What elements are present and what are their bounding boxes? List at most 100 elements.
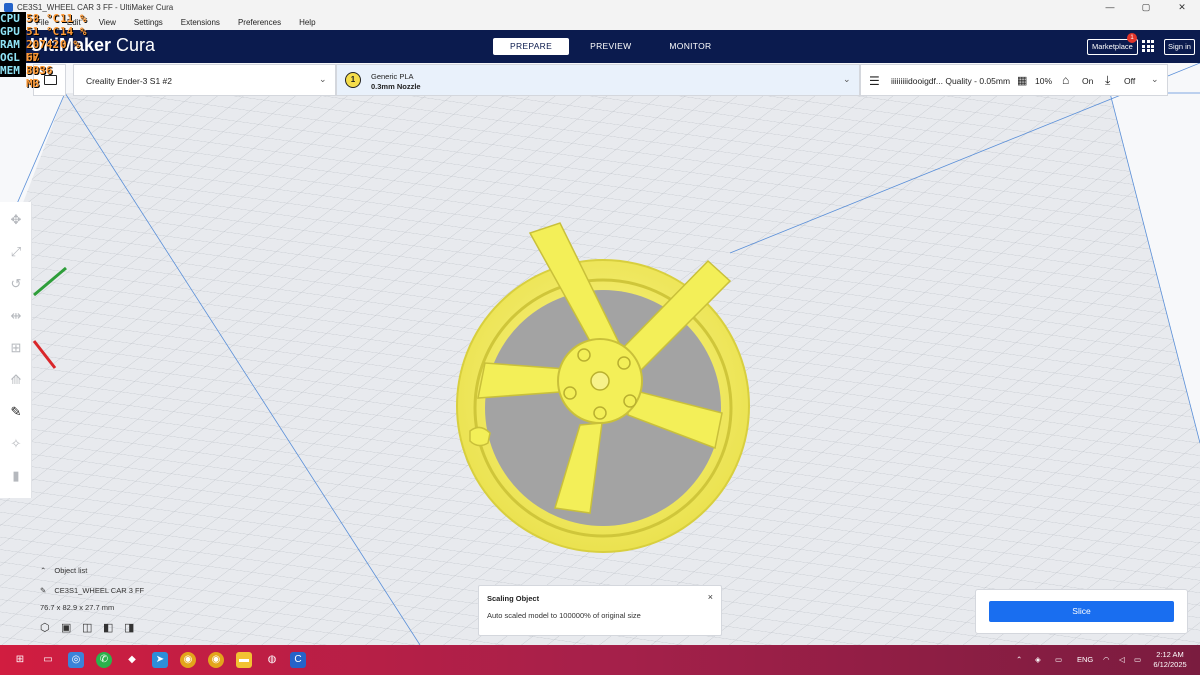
notification-title: Scaling Object	[487, 594, 540, 603]
chevron-down-icon: ⌄	[319, 74, 327, 84]
overlay-value: 11 %	[60, 12, 87, 25]
nozzle-size: 0.3mm Nozzle	[371, 82, 421, 91]
print-settings-selector[interactable]: ☰ iiiiiiiiidooigdf... Quality - 0.05mm ▦…	[860, 64, 1168, 96]
logo-sub: Cura	[116, 35, 156, 55]
overlay-label: CPU	[0, 12, 26, 25]
overlay-value: 3036 MB	[26, 64, 53, 90]
app-icon[interactable]: ◆	[124, 652, 140, 668]
app-header: UltiMaker Cura PREPARE PREVIEW MONITOR M…	[0, 30, 1200, 63]
task-view-icon[interactable]: ▭	[40, 652, 56, 668]
whatsapp-icon[interactable]: ✆	[96, 652, 112, 668]
left-view-icon[interactable]: ◧	[103, 622, 116, 635]
slice-button[interactable]: Slice	[989, 601, 1174, 622]
infill-icon: ▦	[1017, 75, 1028, 87]
overlay-value: 51 °C	[26, 25, 60, 38]
tray-app-icon[interactable]: ◈	[1035, 645, 1041, 675]
object-name: CE3S1_WHEEL CAR 3 FF	[54, 586, 145, 595]
clock-time: 2:12 AM	[1156, 650, 1184, 659]
chrome-profile-icon[interactable]: ◉	[208, 652, 224, 668]
rotate-tool-icon[interactable]: ↺	[8, 276, 24, 292]
windows-taskbar: ⊞ ▭ ◎ ✆ ◆ ➤ ◉ ◉ ▬ ◍ C ⌃ ◈ ▭ ENG ◠ ◁ ▭ 2:…	[0, 645, 1200, 675]
messenger-icon[interactable]: ➤	[152, 652, 168, 668]
scale-tool-icon[interactable]: ⤢	[8, 244, 24, 260]
per-model-settings-icon[interactable]: ⊞	[8, 340, 24, 356]
close-icon[interactable]: ×	[708, 592, 713, 602]
top-view-icon[interactable]: ◫	[82, 622, 95, 635]
cura-taskbar-icon[interactable]: C	[290, 652, 306, 668]
chrome-icon[interactable]: ◉	[180, 652, 196, 668]
notification-message: Auto scaled model to 100000% of original…	[487, 611, 641, 620]
move-tool-icon[interactable]: ✥	[8, 212, 24, 228]
measure-tool-icon[interactable]: ✎	[8, 404, 24, 420]
tab-prepare[interactable]: PREPARE	[493, 38, 570, 55]
slice-panel: Slice	[975, 589, 1188, 634]
volume-icon[interactable]: ◁	[1119, 645, 1125, 675]
wifi-icon[interactable]: ◠	[1103, 645, 1110, 675]
overlay-value: 14 %	[60, 25, 87, 38]
object-list-title: Object list	[54, 566, 88, 575]
support-value: On	[1082, 76, 1094, 86]
mirror-tool-icon[interactable]: ⇹	[8, 308, 24, 324]
tray-display-icon[interactable]: ▭	[1055, 645, 1062, 675]
profile-name: iiiiiiiiidooigdf... Quality - 0.05mm	[891, 76, 1011, 86]
sign-in-button[interactable]: Sign in	[1164, 39, 1195, 55]
tab-preview[interactable]: PREVIEW	[573, 38, 648, 55]
window-title-bar: CE3S1_WHEEL CAR 3 FF - UltiMaker Cura — …	[0, 0, 1200, 14]
menu-settings[interactable]: Settings	[125, 18, 172, 27]
apps-grid-icon[interactable]	[1142, 40, 1154, 52]
tab-monitor[interactable]: MONITOR	[652, 38, 728, 55]
3d-view-icon[interactable]: ⬡	[40, 622, 53, 635]
overlay-value: 0 %	[60, 38, 80, 51]
material-selector[interactable]: 1 Generic PLA 0.3mm Nozzle ⌄	[336, 64, 860, 96]
marketplace-notification-badge: 1	[1127, 33, 1137, 43]
language-indicator[interactable]: ENG	[1077, 645, 1093, 675]
stage-tabs: PREPARE PREVIEW MONITOR	[493, 38, 733, 55]
sliders-icon: ☰	[869, 74, 880, 88]
performance-overlay: CPU 58 °C 11 % GPU 51 °C 14 % RAM 20742 …	[0, 12, 88, 90]
front-view-icon[interactable]: ▣	[61, 622, 74, 635]
overlay-row-gpu: GPU 51 °C 14 %	[0, 25, 88, 38]
camera-view-buttons: ⬡ ▣ ◫ ◧ ◨	[40, 622, 145, 635]
pencil-icon: ✎	[40, 586, 47, 595]
chevron-down-icon: ⌄	[843, 74, 851, 84]
overlay-label: MEM	[0, 64, 26, 77]
trash-icon[interactable]: ▮	[8, 468, 24, 484]
object-list-toggle[interactable]: ⌃ Object list	[40, 566, 160, 575]
system-clock[interactable]: 2:12 AM 6/12/2025	[1150, 650, 1190, 670]
chevron-up-icon[interactable]: ⌃	[1016, 645, 1022, 675]
overlay-value: 67 FPS	[26, 51, 46, 77]
window-controls: — ▢ ✕	[1092, 0, 1200, 14]
overlay-label: RAM	[0, 38, 26, 51]
printer-name: Creality Ender-3 S1 #2	[86, 76, 172, 86]
overlay-row-mem: MEM 3036 MB	[0, 64, 88, 90]
printer-selector[interactable]: Creality Ender-3 S1 #2 ⌄	[73, 64, 336, 96]
menu-help[interactable]: Help	[290, 18, 324, 27]
support-icon: ⌂	[1062, 73, 1070, 87]
file-explorer-icon[interactable]: ▬	[236, 652, 252, 668]
maximize-button[interactable]: ▢	[1128, 0, 1164, 14]
window-title: CE3S1_WHEEL CAR 3 FF - UltiMaker Cura	[17, 2, 174, 12]
menu-view[interactable]: View	[90, 18, 125, 27]
overlay-row-cpu: CPU 58 °C 11 %	[0, 12, 88, 25]
support-blocker-icon[interactable]: ⟰	[8, 372, 24, 388]
scaling-notification: Scaling Object Auto scaled model to 1000…	[478, 585, 722, 636]
3d-viewport[interactable]	[0, 63, 1200, 645]
menu-preferences[interactable]: Preferences	[229, 18, 290, 27]
blender-icon[interactable]: ◍	[264, 652, 280, 668]
chevron-up-icon: ⌃	[40, 566, 47, 575]
right-view-icon[interactable]: ◨	[124, 622, 137, 635]
menu-extensions[interactable]: Extensions	[172, 18, 229, 27]
overlay-label: GPU	[0, 25, 26, 38]
object-name-row[interactable]: ✎ CE3S1_WHEEL CAR 3 FF	[40, 586, 200, 595]
clock-date: 6/12/2025	[1153, 660, 1187, 669]
battery-icon[interactable]: ▭	[1134, 645, 1141, 675]
paint-tool-icon[interactable]: ✧	[8, 436, 24, 452]
browser-icon[interactable]: ◎	[68, 652, 84, 668]
overlay-label: OGL	[0, 51, 26, 64]
minimize-button[interactable]: —	[1092, 0, 1128, 14]
overlay-row-ram: RAM 20742 MB 0 %	[0, 38, 88, 64]
object-dimensions: 76.7 x 82.9 x 27.7 mm	[40, 603, 115, 612]
close-window-button[interactable]: ✕	[1164, 0, 1200, 14]
start-windows-icon[interactable]: ⊞	[12, 652, 28, 668]
left-toolbar: ✥ ⤢ ↺ ⇹ ⊞ ⟰ ✎ ✧ ▮	[0, 202, 32, 498]
